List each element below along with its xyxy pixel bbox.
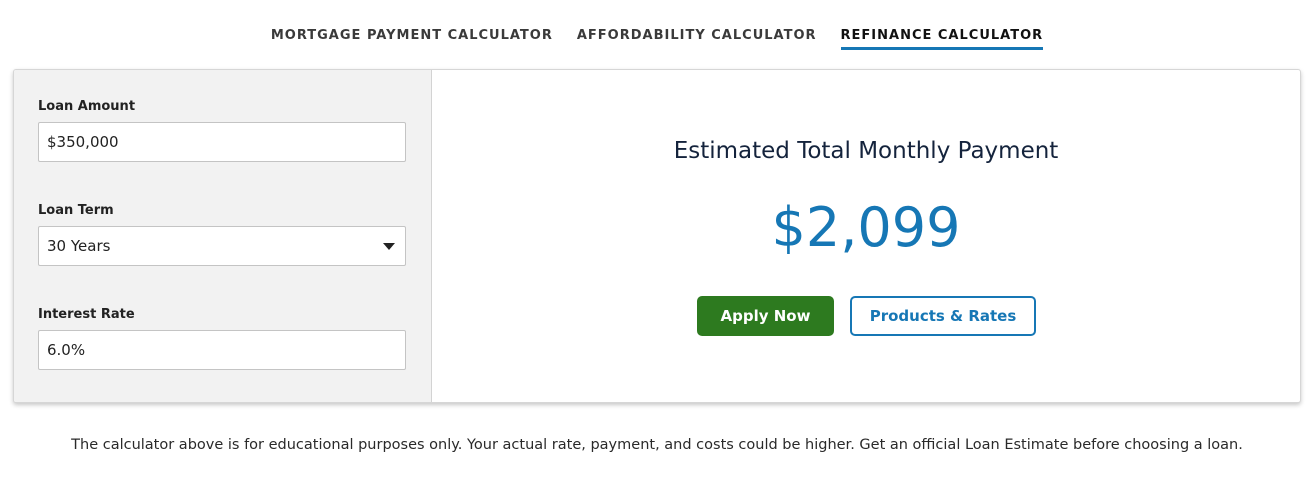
tab-affordability-calculator[interactable]: AFFORDABILITY CALCULATOR <box>577 28 817 50</box>
loan-amount-input[interactable]: $350,000 <box>38 122 406 162</box>
calculator-tabs: MORTGAGE PAYMENT CALCULATOR AFFORDABILIT… <box>0 28 1314 50</box>
loan-term-value: 30 Years <box>47 237 111 255</box>
loan-amount-value: $350,000 <box>47 133 119 151</box>
products-rates-button[interactable]: Products & Rates <box>850 296 1036 336</box>
interest-rate-input[interactable]: 6.0% <box>38 330 406 370</box>
tab-mortgage-payment-calculator[interactable]: MORTGAGE PAYMENT CALCULATOR <box>271 28 553 50</box>
interest-rate-label: Interest Rate <box>38 307 135 322</box>
loan-amount-label: Loan Amount <box>38 99 136 114</box>
loan-term-select[interactable]: 30 Years <box>38 226 406 266</box>
result-panel: Estimated Total Monthly Payment $2,099 A… <box>432 70 1300 402</box>
tab-refinance-calculator[interactable]: REFINANCE CALCULATOR <box>840 28 1044 50</box>
monthly-payment-amount: $2,099 <box>771 196 961 259</box>
result-title: Estimated Total Monthly Payment <box>673 138 1059 164</box>
input-panel: Loan Amount $350,000 Loan Term 30 Years … <box>14 70 432 402</box>
disclaimer-text: The calculator above is for educational … <box>71 437 1243 453</box>
loan-term-label: Loan Term <box>38 203 114 218</box>
action-buttons: Apply Now Products & Rates <box>697 296 1036 336</box>
apply-now-button[interactable]: Apply Now <box>697 296 834 336</box>
interest-rate-value: 6.0% <box>47 341 86 359</box>
calculator-card: Loan Amount $350,000 Loan Term 30 Years … <box>13 69 1301 403</box>
caret-down-icon <box>383 242 395 250</box>
